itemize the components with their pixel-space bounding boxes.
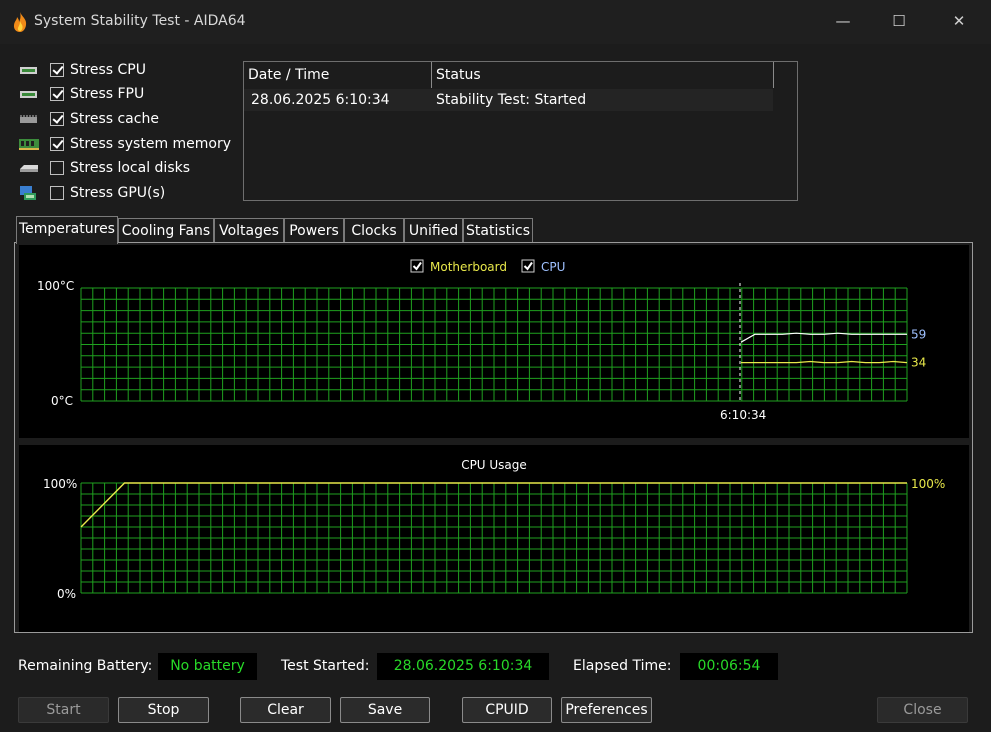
disk-drive-icon: [20, 165, 38, 172]
tab-statistics[interactable]: Statistics: [463, 218, 533, 243]
memory-module-icon: [19, 139, 39, 150]
y-min-label: 0°C: [51, 394, 73, 408]
legend-motherboard-checkbox[interactable]: [410, 259, 424, 273]
close-button[interactable]: Close: [877, 697, 968, 723]
table-row[interactable]: 28.06.2025 6:10:34 Stability Test: Start…: [244, 89, 773, 111]
log-datetime-cell: 28.06.2025 6:10:34: [251, 92, 390, 108]
legend-cpu[interactable]: CPU: [521, 259, 565, 274]
stress-gpu-option[interactable]: Stress GPU(s): [18, 182, 165, 204]
gpu-card-icon: [20, 186, 36, 200]
start-button[interactable]: Start: [18, 697, 109, 723]
motherboard-current-value-label: 34: [911, 356, 926, 370]
save-button[interactable]: Save: [340, 697, 430, 723]
column-header-datetime[interactable]: Date / Time: [244, 62, 432, 88]
stress-fpu-checkbox[interactable]: [50, 87, 64, 101]
stress-cpu-checkbox[interactable]: [50, 63, 64, 77]
close-icon: ✕: [952, 12, 966, 30]
cpu-chip-icon: [20, 67, 37, 74]
maximize-button[interactable]: ☐: [884, 10, 914, 32]
minimize-icon: —: [835, 12, 851, 30]
stress-cpu-option[interactable]: Stress CPU: [18, 59, 146, 81]
cpu-current-value-label: 59: [911, 327, 926, 341]
stress-memory-option[interactable]: Stress system memory: [18, 133, 231, 155]
test-started-label: Test Started:: [281, 658, 370, 674]
cpuid-button[interactable]: CPUID: [462, 697, 552, 723]
legend-motherboard-label: Motherboard: [430, 260, 507, 274]
title-bar: System Stability Test - AIDA64 — ☐ ✕: [0, 0, 991, 44]
stress-fpu-label: Stress FPU: [70, 86, 145, 102]
aida64-flame-icon: [13, 12, 27, 32]
window-title: System Stability Test - AIDA64: [34, 13, 246, 29]
cpu-usage-grid: [80, 482, 908, 594]
stress-gpu-checkbox[interactable]: [50, 186, 64, 200]
legend-cpu-checkbox[interactable]: [521, 259, 535, 273]
y-max-label: 100°C: [37, 279, 74, 293]
stress-disks-option[interactable]: Stress local disks: [18, 157, 190, 179]
legend-cpu-label: CPU: [541, 260, 565, 274]
usage-y-max-label: 100%: [43, 477, 77, 491]
usage-y-min-label: 0%: [57, 587, 76, 601]
tab-cooling-fans[interactable]: Cooling Fans: [118, 218, 214, 243]
minimize-button[interactable]: —: [828, 10, 858, 32]
fpu-chip-icon: [20, 91, 37, 98]
stress-gpu-label: Stress GPU(s): [70, 185, 166, 201]
cpu-usage-current-value-label: 100%: [911, 477, 945, 491]
clear-button[interactable]: Clear: [240, 697, 331, 723]
battery-value: No battery: [158, 653, 257, 680]
stress-cache-label: Stress cache: [70, 111, 159, 127]
tab-temperatures[interactable]: Temperatures: [16, 216, 118, 244]
battery-label: Remaining Battery:: [18, 658, 153, 674]
cache-chip-icon: [20, 115, 37, 123]
stress-disks-label: Stress local disks: [70, 160, 191, 176]
tab-voltages[interactable]: Voltages: [214, 218, 284, 243]
preferences-button[interactable]: Preferences: [561, 697, 652, 723]
log-header-row: Date / Time Status: [244, 62, 797, 88]
event-log-table[interactable]: Date / Time Status 28.06.2025 6:10:34 St…: [243, 61, 798, 201]
cpu-usage-graph: CPU Usage 100% 0% 100%: [19, 445, 969, 632]
tab-powers[interactable]: Powers: [284, 218, 344, 243]
time-marker-label: 6:10:34: [720, 408, 766, 422]
stress-cache-option[interactable]: Stress cache: [18, 108, 159, 130]
elapsed-time-label: Elapsed Time:: [573, 658, 672, 674]
column-header-status[interactable]: Status: [432, 62, 774, 88]
temperature-grid: [80, 287, 908, 402]
stress-cpu-label: Stress CPU: [70, 62, 146, 78]
stress-memory-label: Stress system memory: [70, 136, 232, 152]
temperature-graph: Motherboard CPU 100°C 0°C 6:10:34 59 34: [19, 245, 969, 438]
elapsed-time-value: 00:06:54: [680, 653, 778, 680]
test-started-value: 28.06.2025 6:10:34: [377, 653, 549, 680]
tab-clocks[interactable]: Clocks: [344, 218, 404, 243]
stress-cache-checkbox[interactable]: [50, 112, 64, 126]
log-status-cell: Stability Test: Started: [436, 92, 587, 108]
legend-motherboard[interactable]: Motherboard: [410, 259, 507, 274]
stop-button[interactable]: Stop: [118, 697, 209, 723]
cpu-usage-title: CPU Usage: [461, 458, 527, 472]
maximize-icon: ☐: [892, 12, 906, 30]
stress-disks-checkbox[interactable]: [50, 161, 64, 175]
tab-unified[interactable]: Unified: [404, 218, 463, 243]
stress-memory-checkbox[interactable]: [50, 137, 64, 151]
close-window-button[interactable]: ✕: [944, 10, 974, 32]
stress-fpu-option[interactable]: Stress FPU: [18, 83, 144, 105]
